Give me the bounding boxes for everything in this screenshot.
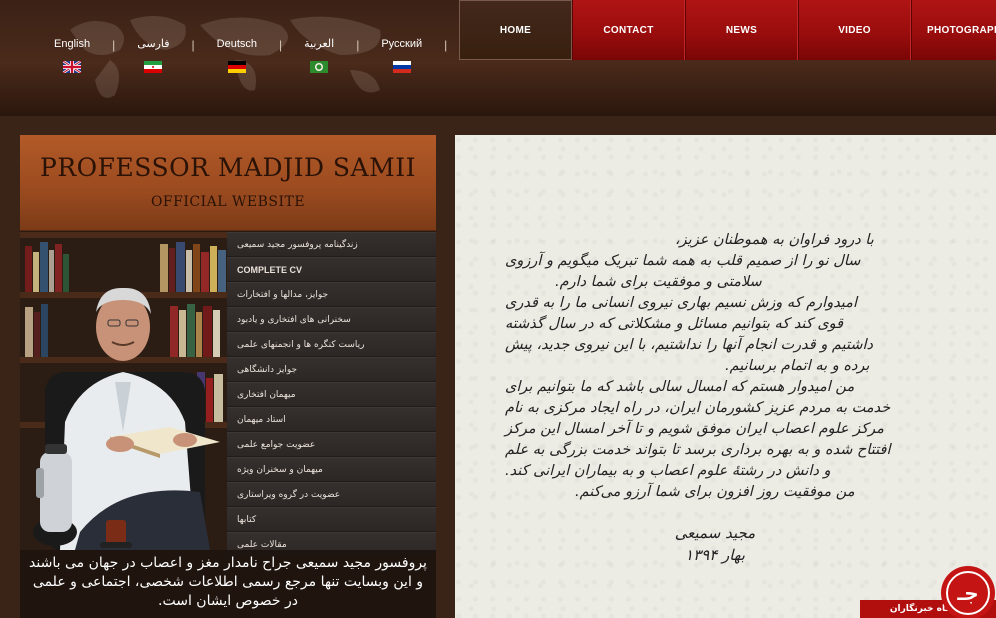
watermark-logo-text: جـ: [956, 581, 978, 605]
message-line: افتتاح شده و به بهره برداری برسد تا بتوا…: [505, 442, 891, 458]
message-line: من امیدوار هستم که امسال سالی باشد که ما…: [505, 379, 855, 395]
arabic-flag-icon: [310, 61, 329, 73]
menu-item-books[interactable]: کتابها: [227, 507, 436, 532]
menu-item-visiting-professor[interactable]: استاد میهمان: [227, 407, 436, 432]
menu-item-academic-awards[interactable]: جوایز دانشگاهی: [227, 357, 436, 382]
message-line: من موفقیت روز افزون برای شما آرزو می‌کنم…: [575, 484, 855, 500]
left-panel: PROFESSOR MADJID SAMII OFFICIAL WEBSITE: [20, 135, 436, 618]
menu-item-biography[interactable]: زندگینامه پروفسور مجید سمیعی: [227, 232, 436, 257]
site-banner: PROFESSOR MADJID SAMII OFFICIAL WEBSITE: [20, 135, 436, 231]
menu-item-honorary-guest[interactable]: میهمان افتخاری: [227, 382, 436, 407]
nav-news[interactable]: NEWS: [685, 0, 798, 60]
lang-german-label[interactable]: Deutsch: [217, 36, 257, 52]
message-line: داشتیم و قدرت انجام آنها را نداشتیم، با …: [505, 337, 873, 353]
main-content: با درود فراوان به هموطنان عزیز، سال نو ر…: [455, 135, 996, 618]
nav-video[interactable]: VIDEO: [798, 0, 911, 60]
menu-item-honorary-lectures[interactable]: سخنرانی های افتخاری و یادبود: [227, 307, 436, 332]
menu-item-congress-presidency[interactable]: ریاست کنگره ها و انجمنهای علمی: [227, 332, 436, 357]
menu-item-awards-medals[interactable]: جوایز، مدالها و افتخارات: [227, 282, 436, 307]
side-menu: زندگینامه پروفسور مجید سمیعی COMPLETE CV…: [227, 232, 436, 557]
site-title: PROFESSOR MADJID SAMII: [40, 153, 416, 182]
message-line: سلامتی و موفقیت برای شما دارم.: [555, 274, 762, 290]
message-line: قوی کند که بتوانیم مسائل و مشکلاتی که در…: [505, 316, 844, 332]
nav-contact[interactable]: CONTACT: [572, 0, 685, 60]
signature-name: مجید سمیعی: [674, 524, 756, 542]
professor-portrait-image: [20, 232, 227, 550]
lang-russian-label[interactable]: Русский: [381, 36, 422, 52]
news-agency-watermark: باشگاه خبرنگاران جـ: [860, 565, 996, 618]
message-line: سال نو را از صمیم قلب به همه شما تبریک م…: [505, 253, 861, 269]
message-line: خدمت به مردم عزیز کشورمان ایران، در راه …: [505, 400, 891, 416]
lang-farsi-label[interactable]: فارسی: [137, 36, 169, 52]
lang-farsi[interactable]: فارسی: [115, 36, 191, 86]
russia-flag-icon: [392, 61, 411, 73]
menu-item-special-speaker[interactable]: میهمان و سخنران ویژه: [227, 457, 436, 482]
menu-item-scientific-societies[interactable]: عضویت جوامع علمی: [227, 432, 436, 457]
lang-russian[interactable]: Русский: [359, 36, 444, 86]
nav-home[interactable]: HOME: [459, 0, 572, 60]
message-line: امیدوارم که وزش نسیم بهاری نیروی انسانی …: [505, 295, 857, 311]
menu-item-complete-cv[interactable]: COMPLETE CV: [227, 257, 436, 282]
message-line: با درود فراوان به هموطنان عزیز،: [675, 232, 874, 248]
professor-photo: [20, 232, 227, 550]
lang-arabic[interactable]: العربية: [282, 36, 356, 86]
message-line: مرکز علوم اعصاب ایران موفق شویم و تا آخر…: [505, 421, 884, 437]
germany-flag-icon: [227, 61, 246, 73]
lang-separator: |: [444, 38, 448, 52]
signature: مجید سمیعی بهار ۱۳۹۴: [650, 522, 780, 566]
language-selector: English | فارسی | Deutsch | العربية | Ру…: [32, 36, 447, 86]
bio-caption: پروفسور مجید سمیعی جراح نامدار مغز و اعص…: [20, 550, 436, 618]
signature-date: بهار ۱۳۹۴: [685, 546, 745, 564]
nav-photograph[interactable]: PHOTOGRAPH: [911, 0, 996, 60]
lang-english-label[interactable]: English: [54, 36, 90, 52]
main-nav: HOME CONTACT NEWS VIDEO PHOTOGRAPH: [459, 0, 996, 60]
lang-english[interactable]: English: [32, 36, 112, 86]
message-line: برده و به اتمام برسانیم.: [725, 358, 870, 374]
lang-german[interactable]: Deutsch: [195, 36, 279, 86]
uk-flag-icon: [63, 61, 82, 73]
nowruz-message: با درود فراوان به هموطنان عزیز، سال نو ر…: [505, 230, 970, 503]
site-subtitle: OFFICIAL WEBSITE: [150, 194, 306, 210]
lang-arabic-label[interactable]: العربية: [304, 36, 334, 52]
news-agency-logo-icon: جـ: [941, 566, 995, 618]
message-line: و دانش در رشتهٔ علوم اعصاب و به بیماران …: [505, 463, 831, 479]
header: English | فارسی | Deutsch | العربية | Ру…: [0, 0, 996, 116]
iran-flag-icon: [144, 61, 163, 73]
menu-item-editorial-board[interactable]: عضویت در گروه ویراستاری: [227, 482, 436, 507]
